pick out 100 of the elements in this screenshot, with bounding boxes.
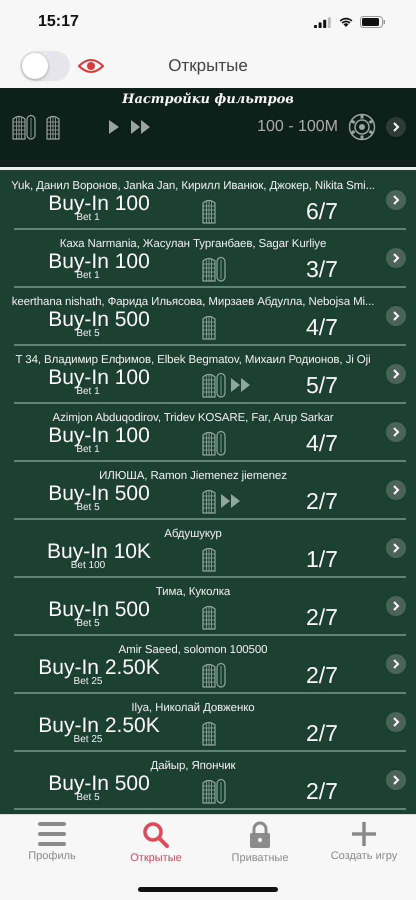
player-names: Дайыр, Япончик [150, 760, 236, 772]
buy-in-amount: Buy-In 500 [48, 772, 150, 795]
chevron-icon [392, 717, 400, 727]
buy-in-amount: Buy-In 10K [47, 540, 151, 563]
seats-count: 2/7 [306, 778, 338, 804]
player-names: Yuk, Данил Воронов, Janka Jan, Кирилл Иванюк, Джокер, Nikita Smi... [11, 180, 375, 192]
seats-count: 4/7 [306, 314, 338, 340]
game-row[interactable]: Дайыр, Япончик Buy-In 500 Bet 5 2/7 [14, 752, 406, 810]
player-names: keerthana nishath, Фарида Ильясова, Мирзаев Абдулла, Nebojsa Mi... [12, 296, 374, 308]
game-row[interactable]: T 34, Владимир Елфимов, Elbek Begmatov, Михаил Родионов, Ji Oji Buy-In 100 Bet 1 5/7 [14, 346, 406, 404]
buy-in-amount: Buy-In 500 [48, 598, 150, 621]
buy-in-amount: Buy-In 100 [48, 192, 150, 215]
chevron-button[interactable] [386, 190, 406, 210]
player-names: Каха Narmania, Жасулан Турганбаев, Sagar Kurliye [60, 238, 326, 250]
game-row[interactable]: ИЛЮША, Ramon Jiemenez jiemenez Buy-In 500 Bet 5 2/7 [14, 462, 406, 520]
player-names: Amir Saeed, solomon 100500 [118, 644, 268, 656]
buy-in-amount: Buy-In 100 [48, 424, 150, 447]
chevron-button[interactable] [386, 364, 406, 384]
seats-count: 1/7 [306, 546, 338, 572]
two-card-decks-icon [202, 430, 226, 456]
buy-in-amount: Buy-In 100 [48, 250, 150, 273]
chevron-button[interactable] [386, 596, 406, 616]
bet-amount: Bet 5 [76, 619, 100, 629]
filters-title: Настройки фильтров [122, 92, 294, 107]
buy-in-amount: Buy-In 500 [48, 308, 150, 331]
card-deck-icon [202, 314, 216, 340]
card-deck-icon [202, 546, 216, 572]
fast-forward-icon [220, 493, 242, 509]
battery-icon [360, 16, 386, 28]
buy-in-amount: Buy-In 100 [48, 366, 150, 389]
chevron-icon [392, 485, 400, 495]
two-card-decks-icon [202, 256, 226, 282]
play-icon[interactable] [108, 119, 120, 135]
game-row[interactable]: Тима, Куколка Buy-In 500 Bet 5 2/7 [14, 578, 406, 636]
game-row[interactable]: keerthana nishath, Фарида Ильясова, Мирзаев Абдулла, Nebojsa Mi... Buy-In 500 Bet 5 4/7 [14, 288, 406, 346]
stake-range: 100 - 100M [257, 118, 338, 136]
seats-count: 2/7 [306, 662, 338, 688]
chevron-button[interactable] [386, 770, 406, 790]
chevron-icon [392, 601, 400, 611]
game-row[interactable]: Azimjon Abduqodirov, Tridev KOSARE, Far, Arup Sarkar Buy-In 100 Bet 1 4/7 [14, 404, 406, 462]
wifi-icon [338, 16, 354, 28]
visibility-toggle[interactable] [20, 51, 70, 81]
lock-icon [249, 821, 271, 849]
seats-count: 5/7 [306, 372, 338, 398]
chevron-button[interactable] [386, 538, 406, 558]
player-names: Ilya, Николай Довженко [131, 702, 255, 714]
bet-amount: Bet 5 [76, 793, 100, 803]
bet-amount: Bet 1 [76, 213, 100, 223]
seats-count: 2/7 [306, 604, 338, 630]
chevron-icon [392, 195, 400, 205]
chevron-button[interactable] [386, 248, 406, 268]
fast-forward-icon [230, 377, 252, 393]
card-deck-icon [202, 604, 216, 630]
status-time: 15:17 [38, 13, 79, 31]
game-row[interactable]: Ilya, Николай Довженко Buy-In 2.50K Bet 25 2/7 [14, 694, 406, 752]
seats-count: 2/7 [306, 488, 338, 514]
chevron-icon [392, 659, 400, 669]
search-icon [142, 821, 170, 849]
card-deck-icon [202, 720, 216, 746]
seats-count: 3/7 [306, 256, 338, 282]
chevron-button[interactable] [386, 712, 406, 732]
chevron-icon [392, 543, 400, 553]
player-names: T 34, Владимир Елфимов, Elbek Begmatov, Михаил Родионов, Ji Oji [15, 354, 371, 366]
menu-icon [37, 821, 67, 847]
chevron-icon [392, 369, 400, 379]
player-names: Тима, Куколка [156, 586, 230, 598]
chevron-icon [392, 253, 400, 263]
bet-amount: Bet 5 [76, 503, 100, 513]
bet-amount: Bet 25 [74, 677, 102, 687]
two-card-decks-icon [202, 662, 226, 688]
bet-amount: Bet 1 [76, 271, 100, 281]
chevron-button[interactable] [386, 422, 406, 442]
two-card-decks-icon [202, 778, 226, 804]
plus-icon [351, 821, 377, 847]
game-row[interactable]: Amir Saeed, solomon 100500 Buy-In 2.50K Bet 25 2/7 [14, 636, 406, 694]
player-names: Абдушукур [164, 528, 222, 540]
chevron-button[interactable] [386, 480, 406, 500]
card-deck-icon [202, 198, 216, 224]
seats-count: 2/7 [306, 720, 338, 746]
chevron-icon [392, 427, 400, 437]
chevron-button[interactable] [386, 117, 406, 137]
tab-bar-item[interactable]: Открытые [106, 821, 206, 864]
game-row[interactable]: Абдушукур Buy-In 10K Bet 100 1/7 [14, 520, 406, 578]
two-card-decks-icon [12, 114, 36, 140]
bet-amount: Bet 5 [76, 329, 100, 339]
two-card-decks-icon [202, 372, 226, 398]
eye-icon [78, 58, 104, 74]
bet-amount: Bet 25 [74, 735, 102, 745]
game-row[interactable]: Yuk, Данил Воронов, Janka Jan, Кирилл Иванюк, Джокер, Nikita Smi... Buy-In 100 Bet 1 6/7 [14, 172, 406, 230]
signal-icon [314, 16, 332, 28]
chevron-button[interactable] [386, 654, 406, 674]
game-row[interactable]: Каха Narmania, Жасулан Турганбаев, Sagar Kurliye Buy-In 100 Bet 1 3/7 [14, 230, 406, 288]
bet-amount: Bet 1 [76, 387, 100, 397]
bet-amount: Bet 100 [70, 561, 106, 571]
fast-forward-icon [130, 119, 152, 135]
buy-in-amount: Buy-In 500 [48, 482, 150, 505]
chevron-icon [392, 775, 400, 785]
card-deck-icon [202, 488, 216, 514]
chevron-button[interactable] [386, 306, 406, 326]
poker-chip-icon [348, 113, 376, 141]
